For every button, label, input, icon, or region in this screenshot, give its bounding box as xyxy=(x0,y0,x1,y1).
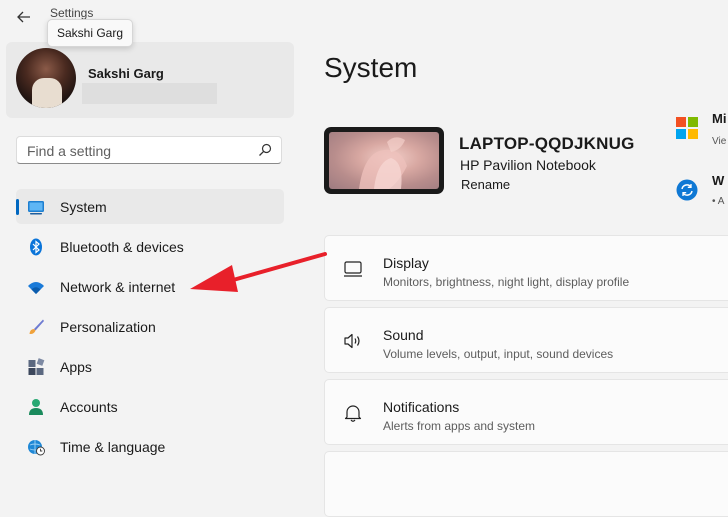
sidebar-item-network[interactable]: Network & internet xyxy=(16,269,284,304)
card-display[interactable]: Display Monitors, brightness, night ligh… xyxy=(324,235,728,301)
profile-email-redacted xyxy=(82,83,217,104)
windows-update-label[interactable]: W xyxy=(712,173,724,188)
windows-update-sub: • A xyxy=(712,196,725,207)
card-title: Notifications xyxy=(383,399,460,415)
profile-tooltip: Sakshi Garg xyxy=(47,19,134,47)
windows-update-icon xyxy=(676,179,698,201)
account-icon xyxy=(29,399,43,415)
card-notifications[interactable]: Notifications Alerts from apps and syste… xyxy=(324,379,728,445)
page-title: System xyxy=(324,52,418,83)
sidebar-item-label: Time & language xyxy=(60,439,166,455)
sidebar-item-time-language[interactable]: Time & language xyxy=(16,429,284,464)
sidebar-item-label: Apps xyxy=(60,359,92,375)
sidebar-item-label: Personalization xyxy=(60,319,156,335)
bell-icon xyxy=(344,405,362,422)
bloom-wallpaper xyxy=(359,137,407,189)
card-next[interactable] xyxy=(324,451,728,517)
sidebar-item-bluetooth[interactable]: Bluetooth & devices xyxy=(16,229,284,264)
search-input[interactable]: Find a setting xyxy=(16,136,282,164)
speaker-icon xyxy=(344,333,360,349)
sidebar-item-accounts[interactable]: Accounts xyxy=(16,389,284,424)
card-sound[interactable]: Sound Volume levels, output, input, soun… xyxy=(324,307,728,373)
microsoft-365-sub[interactable]: Vie xyxy=(712,136,726,147)
microsoft-logo-icon xyxy=(676,117,698,139)
wallpaper-preview xyxy=(329,132,439,189)
bluetooth-icon xyxy=(30,238,42,256)
device-model: HP Pavilion Notebook xyxy=(460,157,596,173)
back-arrow-icon xyxy=(17,11,30,23)
sidebar-item-system[interactable]: System xyxy=(16,189,284,224)
sidebar-item-label: Network & internet xyxy=(60,279,176,295)
device-image xyxy=(324,127,444,194)
sidebar-item-label: System xyxy=(60,199,107,215)
sidebar-item-label: Bluetooth & devices xyxy=(60,239,184,255)
window-title: Settings xyxy=(50,6,94,20)
monitor-icon xyxy=(344,261,362,277)
active-indicator xyxy=(16,199,19,215)
sidebar-item-personalization[interactable]: Personalization xyxy=(16,309,284,344)
device-name: LAPTOP-QQDJKNUG xyxy=(459,134,635,153)
card-subtitle: Monitors, brightness, night light, displ… xyxy=(383,275,630,289)
avatar[interactable] xyxy=(16,48,76,108)
card-title: Sound xyxy=(383,327,424,343)
brush-icon xyxy=(29,319,44,335)
profile-name: Sakshi Garg xyxy=(88,66,164,81)
system-icon xyxy=(28,201,44,215)
wifi-icon xyxy=(28,282,44,294)
back-button[interactable] xyxy=(10,4,38,30)
apps-icon xyxy=(28,358,45,375)
card-subtitle: Alerts from apps and system xyxy=(383,419,536,433)
rename-link[interactable]: Rename xyxy=(461,177,510,192)
card-title: Display xyxy=(383,255,429,271)
search-icon xyxy=(259,143,272,156)
sidebar-item-apps[interactable]: Apps xyxy=(16,349,284,384)
globe-clock-icon xyxy=(28,440,45,456)
sidebar-item-label: Accounts xyxy=(60,399,118,415)
microsoft-365-label[interactable]: Mi xyxy=(712,111,726,126)
card-subtitle: Volume levels, output, input, sound devi… xyxy=(383,347,614,361)
search-placeholder: Find a setting xyxy=(27,143,112,159)
